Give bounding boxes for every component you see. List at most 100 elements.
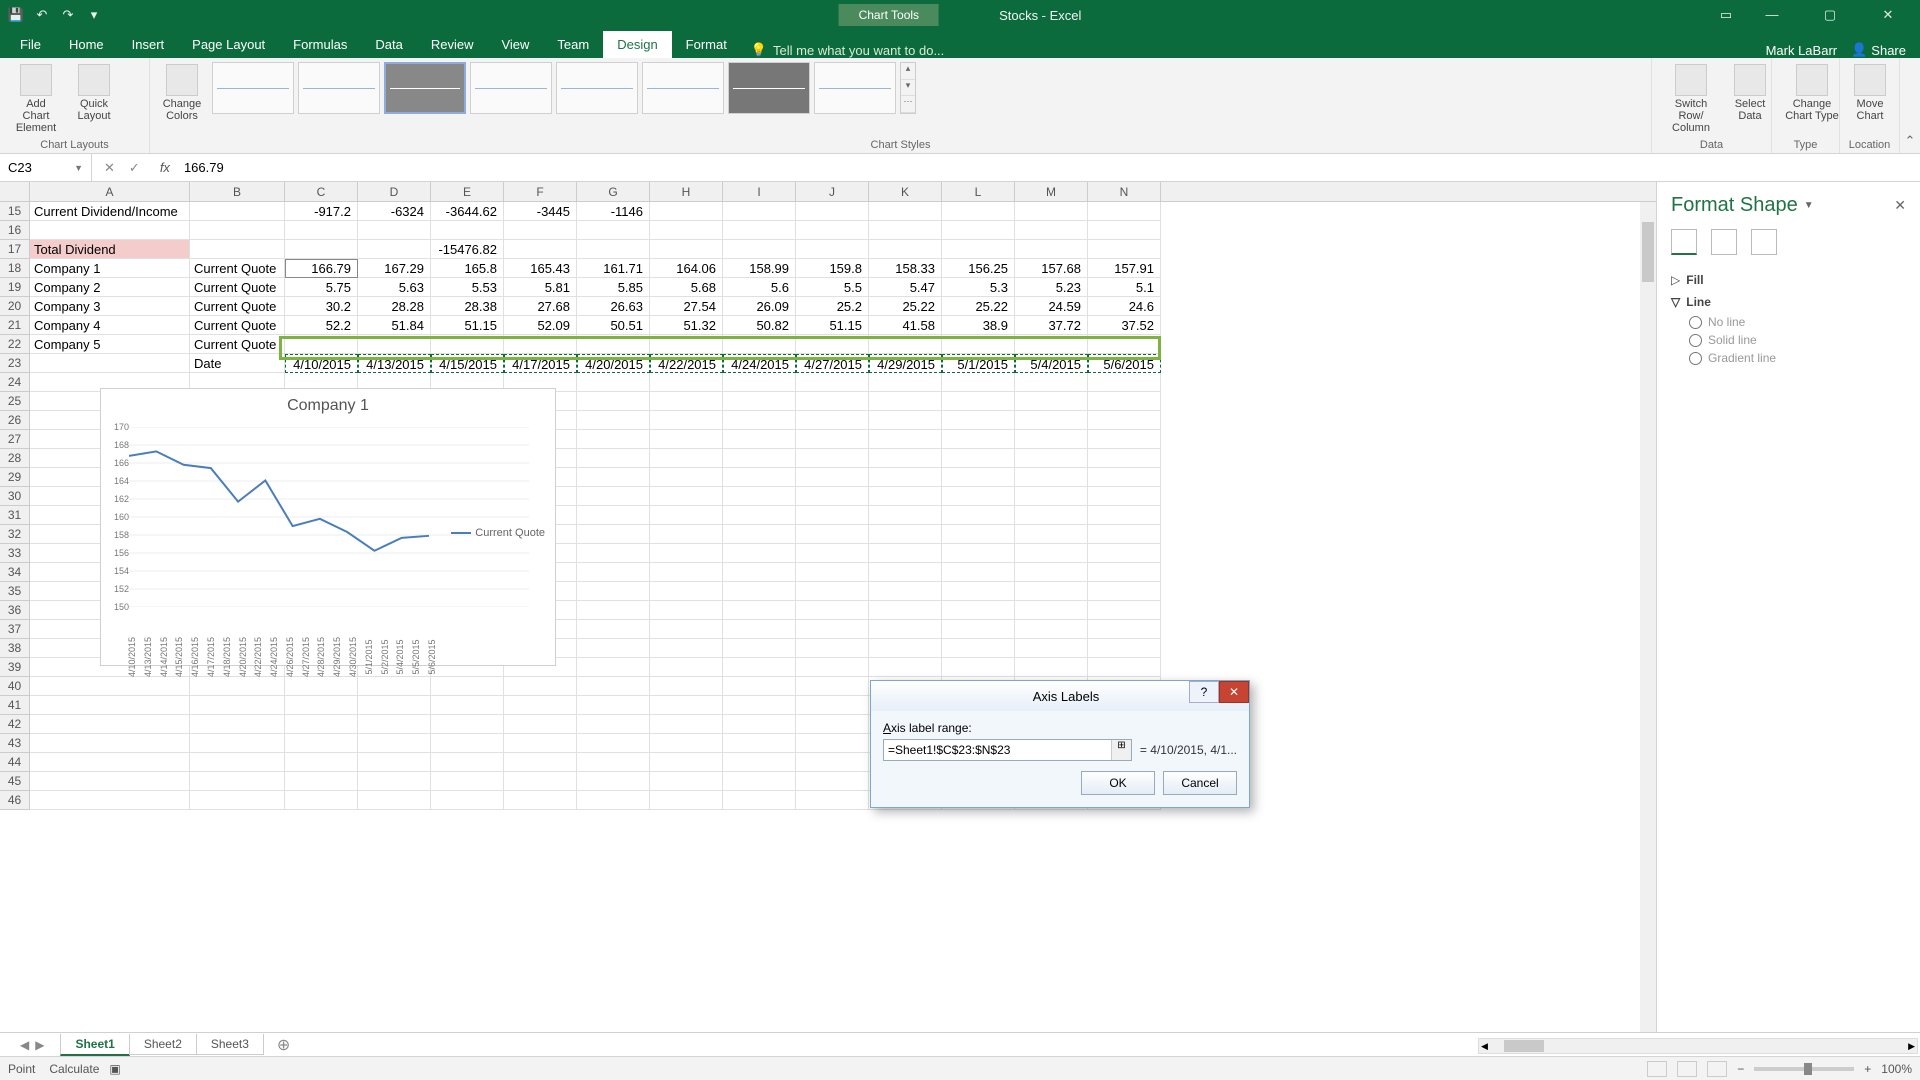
cell-I23[interactable]: 4/24/2015 bbox=[723, 354, 796, 373]
cell-J37[interactable] bbox=[796, 620, 869, 639]
cell-F23[interactable]: 4/17/2015 bbox=[504, 354, 577, 373]
close-window-button[interactable]: ✕ bbox=[1868, 7, 1908, 23]
cell-C18[interactable]: 166.79 bbox=[285, 259, 358, 278]
tab-team[interactable]: Team bbox=[543, 31, 603, 58]
accept-formula-icon[interactable]: ✓ bbox=[129, 160, 140, 176]
cell-N36[interactable] bbox=[1088, 601, 1161, 620]
zoom-level[interactable]: 100% bbox=[1881, 1062, 1912, 1076]
row-header-18[interactable]: 18 bbox=[0, 259, 30, 278]
redo-icon[interactable]: ↷ bbox=[60, 7, 76, 23]
cell-F22[interactable] bbox=[504, 335, 577, 354]
cell-M16[interactable] bbox=[1015, 221, 1088, 240]
cell-B17[interactable] bbox=[190, 240, 285, 259]
cell-M28[interactable] bbox=[1015, 449, 1088, 468]
cell-F45[interactable] bbox=[504, 772, 577, 791]
cell-G24[interactable] bbox=[577, 373, 650, 392]
cell-D18[interactable]: 167.29 bbox=[358, 259, 431, 278]
cell-G41[interactable] bbox=[577, 696, 650, 715]
user-name[interactable]: Mark LaBarr bbox=[1766, 43, 1838, 58]
col-header-G[interactable]: G bbox=[577, 182, 650, 201]
cell-D19[interactable]: 5.63 bbox=[358, 278, 431, 297]
row-header-28[interactable]: 28 bbox=[0, 449, 30, 468]
cell-E44[interactable] bbox=[431, 753, 504, 772]
cell-K37[interactable] bbox=[869, 620, 942, 639]
row-header-24[interactable]: 24 bbox=[0, 373, 30, 392]
chevron-down-icon[interactable]: ▾ bbox=[901, 80, 915, 97]
cell-A19[interactable]: Company 2 bbox=[30, 278, 190, 297]
cell-H31[interactable] bbox=[650, 506, 723, 525]
cell-I40[interactable] bbox=[723, 677, 796, 696]
cell-G20[interactable]: 26.63 bbox=[577, 297, 650, 316]
cell-D43[interactable] bbox=[358, 734, 431, 753]
cell-L16[interactable] bbox=[942, 221, 1015, 240]
chevron-up-icon[interactable]: ▴ bbox=[901, 63, 915, 80]
select-all-corner[interactable] bbox=[0, 182, 30, 201]
cell-H21[interactable]: 51.32 bbox=[650, 316, 723, 335]
cell-G36[interactable] bbox=[577, 601, 650, 620]
chart-style-6[interactable] bbox=[642, 62, 724, 114]
cell-L37[interactable] bbox=[942, 620, 1015, 639]
cell-B42[interactable] bbox=[190, 715, 285, 734]
sheet-tab-2[interactable]: Sheet2 bbox=[129, 1034, 197, 1055]
cell-C42[interactable] bbox=[285, 715, 358, 734]
cell-L23[interactable]: 5/1/2015 bbox=[942, 354, 1015, 373]
cell-G33[interactable] bbox=[577, 544, 650, 563]
solid-line-radio[interactable]: Solid line bbox=[1671, 331, 1906, 349]
change-colors-button[interactable]: Change Colors bbox=[158, 62, 206, 124]
cell-J21[interactable]: 51.15 bbox=[796, 316, 869, 335]
cell-I33[interactable] bbox=[723, 544, 796, 563]
cell-C40[interactable] bbox=[285, 677, 358, 696]
col-header-D[interactable]: D bbox=[358, 182, 431, 201]
cell-J42[interactable] bbox=[796, 715, 869, 734]
cell-G38[interactable] bbox=[577, 639, 650, 658]
cell-E19[interactable]: 5.53 bbox=[431, 278, 504, 297]
style-scroll[interactable]: ▴▾⋯ bbox=[900, 62, 916, 114]
row-header-40[interactable]: 40 bbox=[0, 677, 30, 696]
cell-L18[interactable]: 156.25 bbox=[942, 259, 1015, 278]
cell-D41[interactable] bbox=[358, 696, 431, 715]
cell-H29[interactable] bbox=[650, 468, 723, 487]
effects-tab-icon[interactable] bbox=[1711, 229, 1737, 255]
row-header-30[interactable]: 30 bbox=[0, 487, 30, 506]
row-header-16[interactable]: 16 bbox=[0, 221, 30, 240]
cell-M19[interactable]: 5.23 bbox=[1015, 278, 1088, 297]
row-header-44[interactable]: 44 bbox=[0, 753, 30, 772]
cell-B41[interactable] bbox=[190, 696, 285, 715]
cell-G35[interactable] bbox=[577, 582, 650, 601]
name-box-dropdown-icon[interactable]: ▼ bbox=[74, 163, 83, 173]
cell-M31[interactable] bbox=[1015, 506, 1088, 525]
cell-N38[interactable] bbox=[1088, 639, 1161, 658]
cell-A42[interactable] bbox=[30, 715, 190, 734]
cell-H30[interactable] bbox=[650, 487, 723, 506]
cell-G19[interactable]: 5.85 bbox=[577, 278, 650, 297]
cell-J15[interactable] bbox=[796, 202, 869, 221]
chart-style-1[interactable] bbox=[212, 62, 294, 114]
cell-F15[interactable]: -3445 bbox=[504, 202, 577, 221]
dialog-titlebar[interactable]: Axis Labels ? ✕ bbox=[871, 681, 1249, 711]
cell-M38[interactable] bbox=[1015, 639, 1088, 658]
cell-D23[interactable]: 4/13/2015 bbox=[358, 354, 431, 373]
row-header-27[interactable]: 27 bbox=[0, 430, 30, 449]
cell-K21[interactable]: 41.58 bbox=[869, 316, 942, 335]
row-header-38[interactable]: 38 bbox=[0, 639, 30, 658]
cell-I35[interactable] bbox=[723, 582, 796, 601]
cell-I32[interactable] bbox=[723, 525, 796, 544]
chart-style-4[interactable] bbox=[470, 62, 552, 114]
cell-A23[interactable] bbox=[30, 354, 190, 373]
cell-G32[interactable] bbox=[577, 525, 650, 544]
cell-G40[interactable] bbox=[577, 677, 650, 696]
row-header-23[interactable]: 23 bbox=[0, 354, 30, 373]
cell-E15[interactable]: -3644.62 bbox=[431, 202, 504, 221]
scroll-right-icon[interactable]: ▶ bbox=[1906, 1041, 1917, 1052]
cell-I24[interactable] bbox=[723, 373, 796, 392]
cell-H15[interactable] bbox=[650, 202, 723, 221]
change-chart-type-button[interactable]: Change Chart Type bbox=[1780, 62, 1844, 124]
cell-J17[interactable] bbox=[796, 240, 869, 259]
cell-M35[interactable] bbox=[1015, 582, 1088, 601]
cell-J23[interactable]: 4/27/2015 bbox=[796, 354, 869, 373]
cell-K16[interactable] bbox=[869, 221, 942, 240]
cell-H41[interactable] bbox=[650, 696, 723, 715]
cell-E45[interactable] bbox=[431, 772, 504, 791]
cell-L30[interactable] bbox=[942, 487, 1015, 506]
cell-M30[interactable] bbox=[1015, 487, 1088, 506]
